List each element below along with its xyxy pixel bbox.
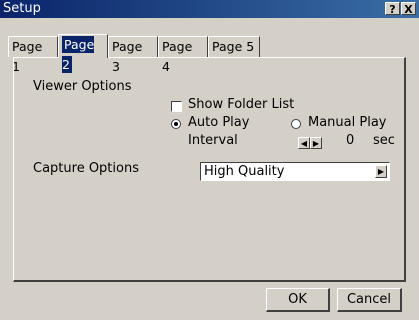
capture-options-heading: Capture Options <box>33 161 139 176</box>
manual-play-radio[interactable] <box>291 119 301 129</box>
tab-page-5[interactable]: Page 5 <box>208 36 260 57</box>
auto-play-label: Auto Play <box>188 115 250 130</box>
title-buttons: ? X <box>385 2 416 16</box>
tab-page-5-label: Page 5 <box>212 39 255 54</box>
interval-increase-button[interactable]: ▶ <box>310 137 322 149</box>
setup-dialog: Setup ? X Page 1 Page 2 Page 3 Page 4 Pa… <box>0 0 419 320</box>
capture-quality-select[interactable]: High Quality ▶ <box>200 162 390 181</box>
manual-play-label: Manual Play <box>308 115 387 130</box>
close-button[interactable]: X <box>401 2 416 16</box>
tab-page-2[interactable]: Page 2 <box>58 34 108 73</box>
interval-spinner: ◀ ▶ <box>298 137 322 149</box>
cancel-button[interactable]: Cancel <box>337 288 402 312</box>
tab-page-4[interactable]: Page 4 <box>158 36 208 74</box>
interval-value: 0 <box>346 133 355 148</box>
help-button[interactable]: ? <box>385 2 400 16</box>
ok-button[interactable]: OK <box>266 288 330 312</box>
dropdown-arrow-icon[interactable]: ▶ <box>375 165 387 178</box>
title-bar: Setup ? X <box>0 0 419 18</box>
auto-play-radio[interactable] <box>171 119 181 129</box>
show-folder-list-checkbox[interactable] <box>171 101 182 112</box>
capture-quality-value: High Quality <box>204 164 285 179</box>
show-folder-list-label: Show Folder List <box>188 97 295 112</box>
interval-unit: sec <box>373 133 395 148</box>
tab-page-1[interactable]: Page 1 <box>8 36 58 74</box>
interval-label: Interval <box>188 133 238 148</box>
window-title: Setup <box>3 1 41 16</box>
tab-page-3[interactable]: Page 3 <box>108 36 158 74</box>
viewer-options-heading: Viewer Options <box>33 79 132 94</box>
interval-decrease-button[interactable]: ◀ <box>298 137 310 149</box>
